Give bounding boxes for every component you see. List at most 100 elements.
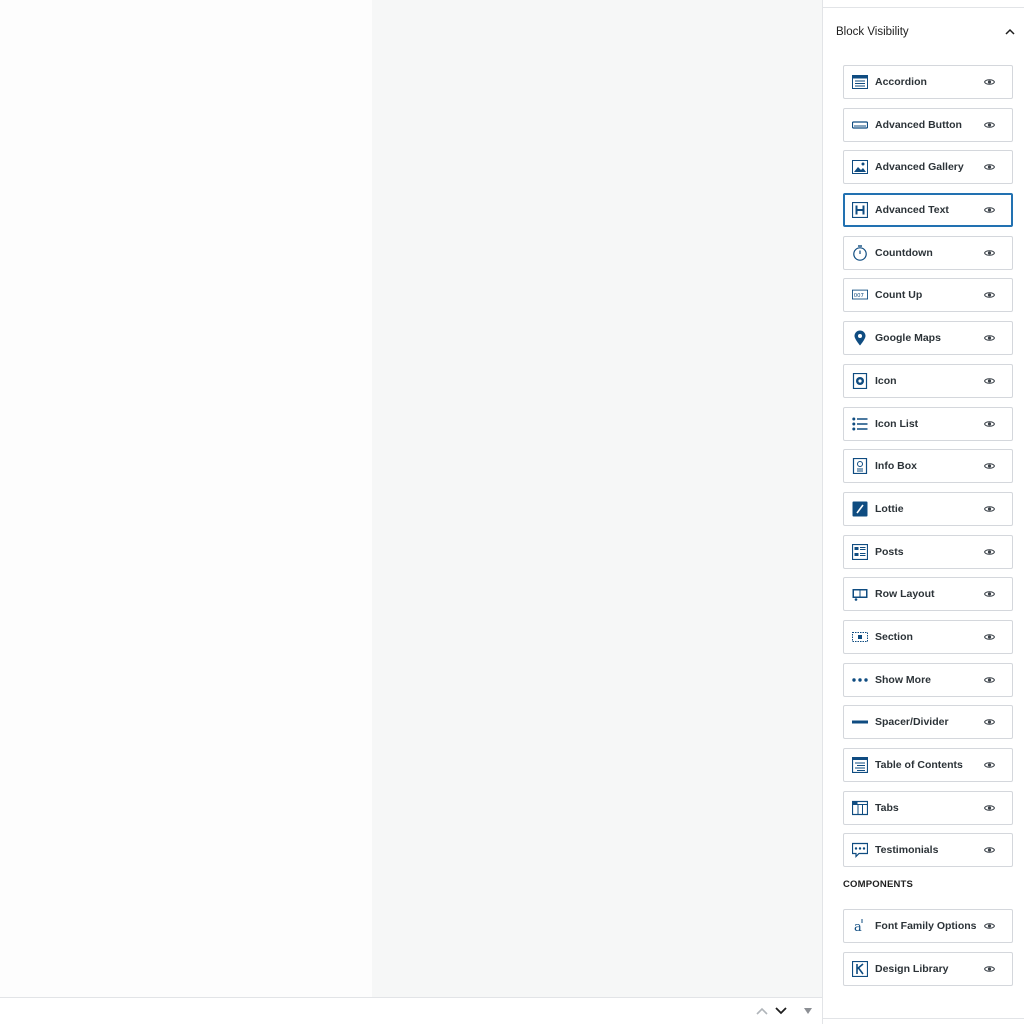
block-item-font-family-options[interactable]: a Font Family Options — [843, 909, 1013, 943]
toc-icon — [852, 757, 868, 773]
block-item-label: Icon — [875, 374, 897, 387]
block-item-info-box[interactable]: Info Box — [843, 449, 1013, 484]
block-item-icon[interactable]: Icon — [843, 363, 1013, 398]
chevron-down-icon[interactable] — [773, 1002, 789, 1020]
block-item-icon-list[interactable]: Icon List — [843, 406, 1013, 441]
eye-icon[interactable] — [983, 675, 995, 685]
block-item-accordion[interactable]: Accordion — [843, 65, 1013, 99]
block-item-tabs[interactable]: Tabs — [843, 790, 1013, 825]
eye-icon[interactable] — [983, 632, 995, 642]
block-list: Accordion Advanced Button Advanced Gallery… — [843, 65, 1013, 876]
map-pin-icon — [852, 330, 868, 346]
button-icon — [852, 117, 868, 133]
panel-title: Block Visibility — [836, 26, 909, 38]
list-icon — [852, 416, 868, 432]
eye-icon[interactable] — [983, 589, 995, 599]
block-item-section[interactable]: Section — [843, 619, 1013, 654]
components-list: a Font Family Options Design Library — [843, 909, 1013, 994]
icon-block-icon — [852, 372, 868, 389]
design-library-icon — [852, 960, 868, 977]
heading-icon — [852, 202, 868, 219]
eye-icon[interactable] — [983, 461, 995, 471]
block-item-label: Google Maps — [875, 332, 941, 345]
divider — [823, 7, 1024, 8]
block-item-label: Row Layout — [875, 588, 935, 601]
block-item-label: Icon List — [875, 417, 919, 430]
info-box-icon — [852, 458, 868, 475]
divider-icon — [852, 714, 868, 730]
tabs-icon — [852, 800, 868, 816]
eye-icon[interactable] — [983, 760, 995, 770]
stopwatch-icon — [852, 245, 868, 261]
block-item-row-layout[interactable]: Row Layout — [843, 577, 1013, 612]
editor-canvas[interactable] — [0, 0, 372, 997]
chevron-up-icon[interactable] — [754, 1002, 770, 1020]
eye-icon[interactable] — [983, 162, 995, 172]
block-visibility-panel-header[interactable]: Block Visibility — [836, 22, 1018, 40]
accordion-icon — [852, 74, 868, 90]
font-icon: a — [852, 918, 868, 934]
lottie-icon — [852, 501, 868, 517]
eye-icon[interactable] — [983, 964, 995, 974]
row-layout-icon — [852, 586, 868, 602]
block-item-label: Section — [875, 630, 913, 643]
settings-sidebar: Block Visibility Accordion Advanced Butto… — [822, 0, 1024, 1024]
block-item-google-maps[interactable]: Google Maps — [843, 321, 1013, 356]
eye-icon[interactable] — [983, 803, 995, 813]
eye-icon[interactable] — [983, 77, 995, 87]
dots-icon — [852, 672, 868, 688]
bottom-bar — [0, 997, 822, 1025]
block-item-label: Tabs — [875, 801, 899, 814]
block-item-label: Countdown — [875, 246, 933, 259]
posts-icon — [852, 543, 868, 560]
eye-icon[interactable] — [983, 717, 995, 727]
eye-icon[interactable] — [983, 419, 995, 429]
components-heading: COMPONENTS — [843, 879, 914, 890]
block-item-label: Design Library — [875, 962, 949, 975]
eye-icon[interactable] — [983, 376, 995, 386]
block-item-label: Show More — [875, 673, 932, 686]
block-item-countdown[interactable]: Countdown — [843, 235, 1013, 270]
section-icon — [852, 629, 868, 645]
block-item-count-up[interactable]: 007 Count Up — [843, 278, 1013, 313]
block-item-label: Lottie — [875, 502, 904, 515]
block-item-spacer-divider[interactable]: Spacer/Divider — [843, 705, 1013, 740]
block-item-label: Font Family Options — [875, 920, 977, 932]
eye-icon[interactable] — [983, 547, 995, 557]
block-item-show-more[interactable]: Show More — [843, 662, 1013, 697]
chevron-up-icon[interactable] — [1002, 22, 1018, 40]
block-item-label: Advanced Gallery — [875, 161, 964, 174]
caret-down-icon[interactable] — [800, 1002, 816, 1020]
block-item-label: Testimonials — [875, 844, 939, 857]
block-item-label: Count Up — [875, 289, 923, 302]
block-item-lottie[interactable]: Lottie — [843, 491, 1013, 526]
editor-canvas-background — [372, 0, 822, 997]
eye-icon[interactable] — [983, 205, 995, 215]
block-item-label: Table of Contents — [875, 759, 963, 771]
block-item-advanced-gallery[interactable]: Advanced Gallery — [843, 150, 1013, 185]
counter-icon: 007 — [852, 287, 868, 303]
block-item-posts[interactable]: Posts — [843, 534, 1013, 569]
eye-icon[interactable] — [983, 921, 995, 931]
eye-icon[interactable] — [983, 248, 995, 258]
block-item-design-library[interactable]: Design Library — [843, 951, 1013, 986]
gallery-icon — [852, 159, 868, 175]
block-item-testimonials[interactable]: Testimonials — [843, 833, 1013, 868]
block-item-label: Posts — [875, 545, 904, 558]
eye-icon[interactable] — [983, 290, 995, 300]
block-item-label: Advanced Text — [875, 204, 949, 217]
eye-icon[interactable] — [983, 333, 995, 343]
svg-text:a: a — [854, 920, 862, 934]
eye-icon[interactable] — [983, 120, 995, 130]
block-item-advanced-button[interactable]: Advanced Button — [843, 107, 1013, 142]
testimonial-icon — [852, 842, 868, 859]
block-item-table-of-contents[interactable]: Table of Contents — [843, 748, 1013, 782]
block-item-label: Spacer/Divider — [875, 716, 949, 729]
svg-text:007: 007 — [854, 294, 864, 300]
block-item-advanced-text[interactable]: Advanced Text — [843, 193, 1013, 228]
divider — [823, 1018, 1024, 1019]
eye-icon[interactable] — [983, 504, 995, 514]
eye-icon[interactable] — [983, 845, 995, 855]
block-item-label: Info Box — [875, 460, 917, 473]
block-item-label: Advanced Button — [875, 118, 962, 131]
